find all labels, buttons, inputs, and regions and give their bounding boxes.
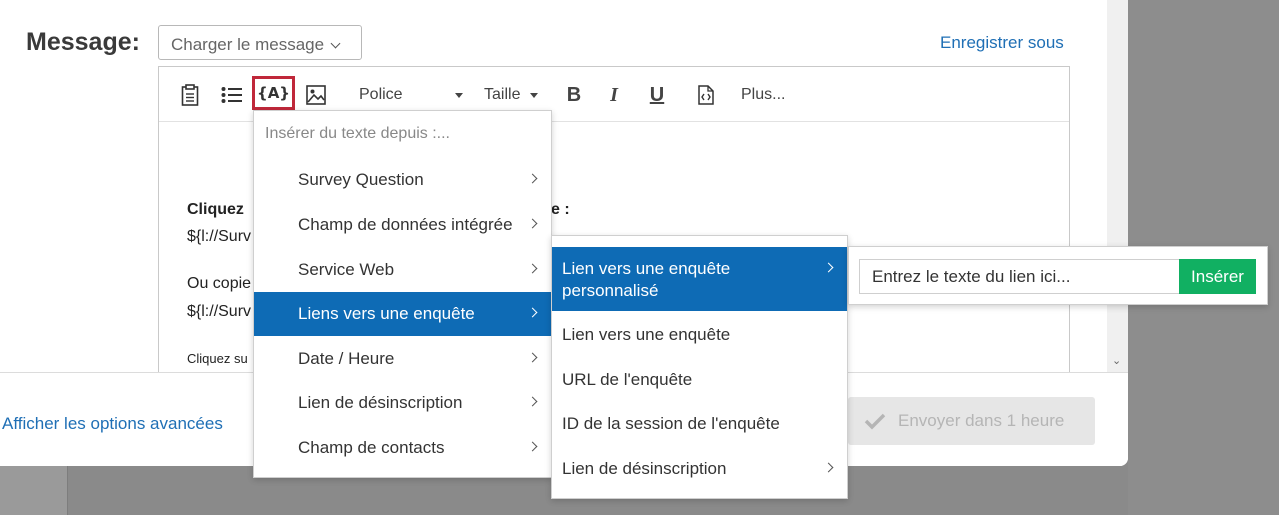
menu-item-label: Liens vers une enquête [298,304,475,323]
size-label: Taille [484,86,521,103]
chevron-right-icon [823,262,834,273]
editor-line: Cliquez su [187,351,248,366]
menu-item-contact-field[interactable]: Champ de contacts [254,426,551,470]
menu-item-survey-question[interactable]: Survey Question [254,158,551,202]
caret-down-icon [530,92,539,98]
chevron-right-icon [527,173,538,184]
menu-item-survey-links[interactable]: Liens vers une enquête [254,292,551,336]
message-label: Message: [26,28,140,56]
chevron-right-icon [527,352,538,363]
paste-icon[interactable] [179,83,201,107]
chevron-right-icon [527,218,538,229]
editor-line: ${l://Surv [187,228,252,245]
menu-item-unsubscribe-link[interactable]: Lien de désinscription [254,381,551,425]
editor-line: ${l://Surv [187,303,252,320]
bold-button[interactable]: B [563,83,585,107]
submenu-item-label: Lien de désinscription [562,459,727,478]
insert-button[interactable]: Insérer [1179,259,1256,294]
chevron-right-icon [527,263,538,274]
send-button[interactable]: Envoyer dans 1 heure [848,397,1095,445]
submenu-item-label: ID de la session de l'enquête [562,414,780,433]
submenu-item-label: Lien vers une enquête [562,325,731,344]
menu-item-label: Champ de données intégrée [298,215,513,234]
menu-item-label: Survey Question [298,170,424,189]
chevron-right-icon [527,396,538,407]
more-button[interactable]: Plus... [741,83,801,107]
menu-item-label: Service Web [298,260,395,279]
backdrop-strip [0,466,68,515]
source-code-icon[interactable] [695,83,717,107]
chevron-right-icon [527,307,538,318]
menu-header: Insérer du texte depuis :... [265,125,450,142]
caret-down-icon [455,92,463,98]
submenu-item-label: URL de l'enquête [562,370,693,389]
send-label: Envoyer dans 1 heure [898,411,1065,430]
advanced-options-link[interactable]: Afficher les options avancées [2,414,223,434]
editor-line: Cliquez [187,201,244,218]
save-as-link[interactable]: Enregistrer sous [940,33,1064,53]
menu-item-embedded-data[interactable]: Champ de données intégrée [254,203,551,247]
submenu-item-personal-link[interactable]: Lien vers une enquête personnalisé [552,247,847,311]
piped-text-menu: Insérer du texte depuis :... Survey Ques… [253,110,552,478]
image-icon[interactable] [305,83,327,107]
submenu-item-session-id[interactable]: ID de la session de l'enquête [552,414,847,438]
menu-item-label: Champ de contacts [298,438,445,457]
font-label: Police [359,86,403,103]
link-text-input[interactable] [859,259,1179,294]
size-dropdown[interactable]: Taille [484,83,546,107]
bullet-list-icon[interactable] [221,83,243,107]
font-dropdown[interactable]: Police [359,83,463,107]
editor-line: Ou copie [187,275,252,292]
menu-item-label: Lien de désinscription [298,393,463,412]
italic-button[interactable]: I [603,83,625,107]
load-message-dropdown[interactable]: Charger le message [158,25,362,60]
load-message-label: Charger le message [171,35,325,54]
editor-line-tail: e : [551,201,570,218]
underline-button[interactable]: U [646,83,668,107]
submenu-item-survey-url[interactable]: URL de l'enquête [552,370,847,394]
menu-item-date-time[interactable]: Date / Heure [254,337,551,381]
menu-item-label: Date / Heure [298,349,395,368]
piped-text-icon[interactable]: {A} [252,76,295,110]
scrollbar[interactable] [1107,0,1128,372]
chevron-down-icon [330,38,341,49]
checkmark-icon [864,413,886,430]
link-text-panel: Insérer [848,246,1268,305]
scroll-down-icon[interactable]: ⌄ [1112,354,1121,367]
submenu-item-unsubscribe-link[interactable]: Lien de désinscription [552,459,847,483]
chevron-right-icon [527,441,538,452]
submenu-item-survey-link[interactable]: Lien vers une enquête [552,325,847,349]
menu-item-web-service[interactable]: Service Web [254,248,551,292]
submenu-item-label: Lien vers une enquête personnalisé [562,259,731,300]
chevron-right-icon [823,462,834,473]
survey-links-submenu: Lien vers une enquête personnalisé Lien … [551,235,848,499]
